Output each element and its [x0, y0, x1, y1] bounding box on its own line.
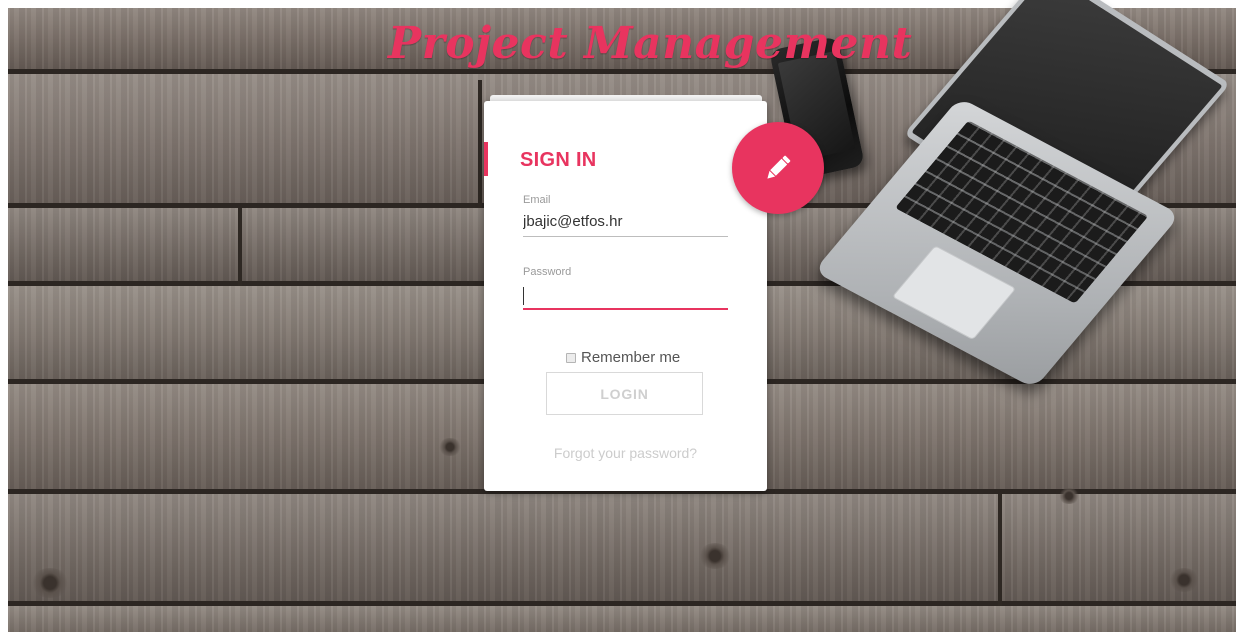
- pencil-icon: [767, 155, 791, 179]
- wood-seam: [998, 494, 1002, 606]
- remember-me-checkbox[interactable]: Remember me: [566, 349, 680, 366]
- app-title: Project Management: [388, 18, 913, 69]
- text-caret: [523, 287, 524, 305]
- password-label: Password: [523, 266, 572, 278]
- wood-knot: [1168, 568, 1200, 592]
- email-underline: [523, 236, 728, 237]
- password-field: Password: [523, 266, 728, 310]
- laptop-illustration: [813, 0, 1231, 389]
- forgot-password-link[interactable]: Forgot your password?: [484, 445, 767, 461]
- wood-knot: [30, 568, 70, 598]
- email-field: Email: [523, 194, 728, 237]
- wood-knot: [698, 543, 732, 569]
- wood-seam: [478, 80, 482, 208]
- wood-plank: [8, 606, 1236, 632]
- password-underline: [523, 308, 728, 310]
- email-label: Email: [523, 194, 551, 206]
- login-card: SIGN IN Email Password Remember me LOGIN…: [484, 101, 767, 491]
- edit-fab-button[interactable]: [732, 122, 824, 214]
- email-input[interactable]: [523, 209, 728, 233]
- sign-in-heading: SIGN IN: [520, 149, 597, 171]
- wood-knot: [1058, 488, 1080, 504]
- checkbox-box[interactable]: [566, 352, 576, 363]
- remember-me-label: Remember me: [581, 349, 681, 366]
- heading-accent-bar: [484, 142, 488, 176]
- login-button[interactable]: LOGIN: [546, 372, 703, 415]
- password-input[interactable]: [523, 281, 728, 305]
- wood-seam: [238, 208, 242, 286]
- wood-plank: [8, 494, 1236, 606]
- wood-knot: [438, 438, 462, 456]
- login-page: Project Management SIGN IN Email Passwor…: [0, 0, 1244, 632]
